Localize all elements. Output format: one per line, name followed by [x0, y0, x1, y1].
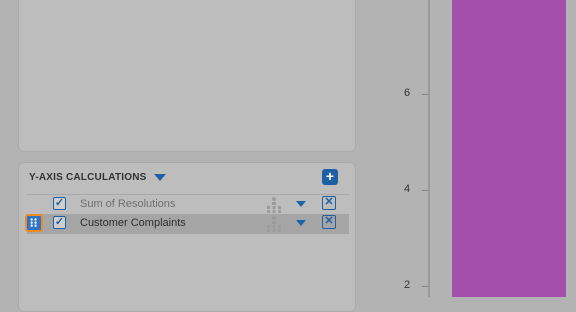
- left-pane: Y-AXIS CALCULATIONS + ✓ Sum of Resolutio…: [0, 0, 366, 312]
- calculation-row-sum-of-resolutions[interactable]: ✓ Sum of Resolutions ✕: [27, 194, 349, 215]
- remove-calculation-button[interactable]: ✕: [322, 215, 336, 229]
- remove-calculation-button[interactable]: ✕: [322, 196, 336, 210]
- calculation-label: Customer Complaints: [80, 217, 186, 229]
- drag-handle-icon[interactable]: [25, 214, 43, 232]
- y-tick-label: 2: [404, 279, 411, 291]
- calculation-row-customer-complaints[interactable]: ✓ Customer Complaints ✕: [25, 214, 349, 234]
- hierarchy-icon[interactable]: [265, 196, 283, 214]
- y-tick-label: 6: [404, 87, 411, 99]
- bar-customer-complaints[interactable]: [452, 0, 566, 297]
- calculation-label: Sum of Resolutions: [80, 198, 176, 210]
- hierarchy-icon[interactable]: [265, 215, 283, 233]
- y-axis-section-title: Y-AXIS CALCULATIONS: [29, 172, 147, 183]
- y-tick-label: 4: [404, 183, 411, 195]
- calculation-options-caret-icon[interactable]: [296, 201, 306, 207]
- add-calculation-button[interactable]: +: [322, 169, 338, 185]
- y-tick-mark: [422, 286, 428, 287]
- y-axis-calculations-panel: Y-AXIS CALCULATIONS + ✓ Sum of Resolutio…: [18, 162, 356, 312]
- y-tick-mark: [422, 190, 428, 191]
- calculation-checkbox[interactable]: ✓: [53, 197, 66, 210]
- calculation-options-caret-icon[interactable]: [296, 220, 306, 226]
- y-axis-line: [428, 0, 430, 297]
- chart-area: 2 4 6: [366, 0, 576, 297]
- calculation-checkbox[interactable]: ✓: [53, 216, 66, 229]
- top-card: [18, 0, 356, 152]
- y-tick-mark: [422, 94, 428, 95]
- section-collapse-caret-icon[interactable]: [154, 174, 166, 181]
